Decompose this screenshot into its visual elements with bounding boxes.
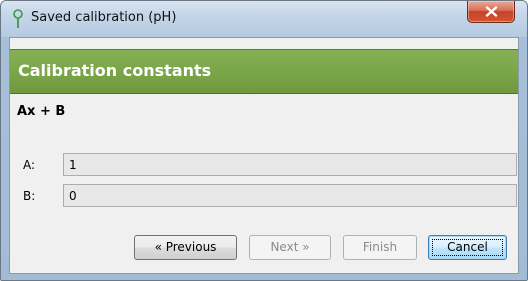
section-title: Calibration constants <box>18 61 212 80</box>
previous-button[interactable]: « Previous <box>134 235 237 260</box>
title-bar[interactable]: Saved calibration (pH) <box>1 1 527 37</box>
window-title: Saved calibration (pH) <box>31 10 177 25</box>
next-button[interactable]: Next » <box>249 235 331 260</box>
field-a-label: A: <box>23 158 36 172</box>
field-b-input[interactable]: 0 <box>63 184 517 207</box>
finish-button[interactable]: Finish <box>343 235 417 260</box>
section-header: Calibration constants <box>10 49 518 94</box>
field-b-label: B: <box>23 189 36 203</box>
dialog-content: Calibration constants Ax + B A: 1 B: 0 «… <box>9 37 519 274</box>
field-a-input[interactable]: 1 <box>63 153 517 176</box>
cancel-button-label: Cancel <box>447 240 488 254</box>
ph-probe-icon <box>11 9 25 29</box>
formula-label: Ax + B <box>17 104 66 119</box>
cancel-button[interactable]: Cancel <box>428 235 507 260</box>
close-button[interactable] <box>467 1 515 23</box>
close-icon <box>485 6 498 17</box>
dialog-window: Saved calibration (pH) Calibration const… <box>0 0 528 281</box>
